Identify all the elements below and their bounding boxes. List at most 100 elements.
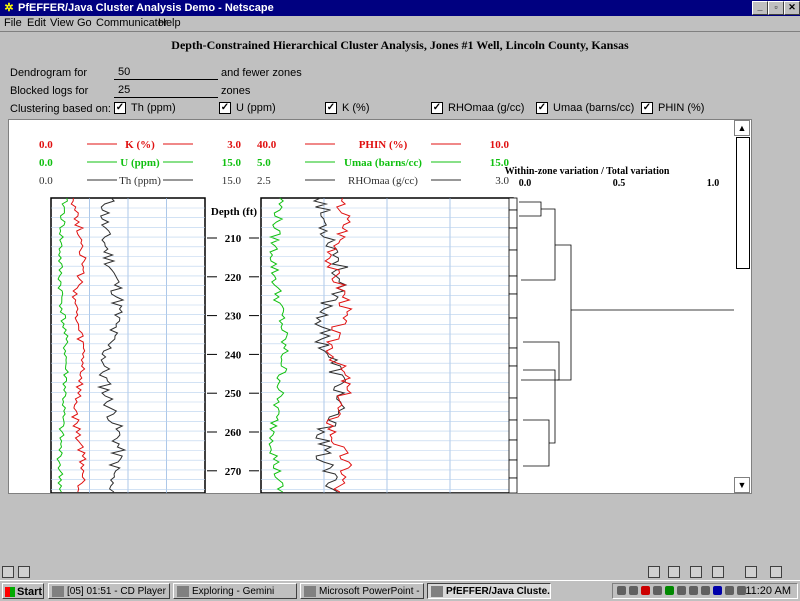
- tray-icon[interactable]: [725, 586, 734, 595]
- menu-bar: File Edit View Go Communicator Help: [0, 16, 800, 30]
- blocked-logs-label: Blocked logs for: [10, 85, 89, 97]
- vertical-scrollbar[interactable]: ▲ ▼: [734, 120, 750, 493]
- page-title: Depth-Constrained Hierarchical Cluster A…: [171, 38, 629, 52]
- task-powerpoint[interactable]: Microsoft PowerPoint - [02...: [300, 583, 424, 599]
- checkbox-phin[interactable]: ✓ PHIN (%): [641, 102, 704, 114]
- menu-file[interactable]: File: [4, 16, 22, 30]
- tray-tool-icon[interactable]: [712, 566, 724, 578]
- scale-min: 0.0: [39, 175, 53, 187]
- app-icon: ✲: [4, 2, 14, 14]
- dendrogram-zones-input[interactable]: 50: [114, 64, 218, 80]
- menu-go[interactable]: Go: [77, 16, 92, 30]
- curve-name: Th (ppm): [119, 175, 161, 187]
- zone-block: [508, 293, 518, 319]
- scroll-up-icon[interactable]: ▲: [734, 120, 750, 136]
- zone-block: [508, 477, 518, 493]
- blocked-zones-input[interactable]: 25: [114, 82, 218, 98]
- menu-help[interactable]: Help: [158, 16, 181, 30]
- check-icon: ✓: [114, 102, 126, 114]
- start-button[interactable]: Start: [2, 583, 44, 599]
- depth-label: 270: [225, 466, 242, 478]
- windows-logo-icon: [5, 587, 15, 597]
- check-icon: ✓: [431, 102, 443, 114]
- zone-block: [508, 365, 518, 399]
- dendrogram-branch: [523, 369, 556, 444]
- taskbar: Start [05] 01:51 - CD Player Exploring -…: [0, 580, 800, 601]
- tray-icon[interactable]: [641, 586, 650, 595]
- tray-tool-icon[interactable]: [745, 566, 757, 578]
- task-exploring[interactable]: Exploring - Gemini: [173, 583, 297, 599]
- system-tray: 11:20 AM: [612, 583, 798, 599]
- clustering-label: Clustering based on:: [10, 103, 111, 115]
- zone-block: [508, 419, 518, 441]
- curve-name: K (%): [125, 139, 155, 151]
- dendrogram-tick-label: 0.0: [519, 178, 532, 189]
- tray-icon[interactable]: [713, 586, 722, 595]
- quicklaunch-icon[interactable]: [2, 566, 14, 578]
- tray-icon[interactable]: [629, 586, 638, 595]
- task-pfeffer[interactable]: PfEFFER/Java Cluste...: [427, 583, 551, 599]
- depth-title: Depth (ft): [211, 206, 257, 218]
- scale-max: 15.0: [222, 175, 242, 187]
- log-plot: 0.0 K (%) 3.0 0.0 U (ppm) 15.0 0.0 Th (ppm) 15.0…: [39, 139, 740, 493]
- quicklaunch-icon[interactable]: [18, 566, 30, 578]
- depth-label: 210: [225, 233, 242, 245]
- tray-icon[interactable]: [677, 586, 686, 595]
- desktop-strip: [0, 564, 800, 580]
- window-title: PfEFFER/Java Cluster Analysis Demo - Net…: [18, 2, 274, 14]
- dendrogram-branch: [521, 208, 556, 281]
- blocked-logs-suffix: zones: [221, 85, 251, 97]
- scroll-thumb[interactable]: [736, 137, 750, 269]
- task-cd-player[interactable]: [05] 01:51 - CD Player: [48, 583, 170, 599]
- dendrogram-tick-label: 1.0: [707, 178, 720, 189]
- zone-block: [508, 227, 518, 251]
- curve-name: RHOmaa (g/cc): [348, 175, 418, 187]
- checkbox-u[interactable]: ✓ U (ppm): [219, 102, 276, 114]
- scale-max: 3.0: [227, 139, 241, 151]
- check-icon: ✓: [641, 102, 653, 114]
- zone-block: [508, 347, 518, 367]
- menu-communicator[interactable]: Communicator: [96, 16, 168, 30]
- tray-tool-icon[interactable]: [690, 566, 702, 578]
- maximize-button[interactable]: ▫: [768, 1, 784, 15]
- check-icon: ✓: [325, 102, 337, 114]
- scroll-down-icon[interactable]: ▼: [734, 477, 750, 493]
- dendrogram-branch: [519, 201, 542, 217]
- zone-block: [508, 459, 518, 479]
- menu-view[interactable]: View: [50, 16, 74, 30]
- clock: 11:20 AM: [745, 585, 791, 597]
- tray-icon[interactable]: [617, 586, 626, 595]
- checkbox-rhomaa[interactable]: ✓ RHOmaa (g/cc): [431, 102, 524, 114]
- dendrogram-branch: [571, 309, 740, 493]
- zone-block: [508, 397, 518, 421]
- dendrogram-branch: [523, 419, 550, 467]
- dendrogram-tick-label: 0.5: [613, 178, 626, 189]
- checkbox-umaa[interactable]: ✓ Umaa (barns/cc): [536, 102, 634, 114]
- tray-tool-icon[interactable]: [648, 566, 660, 578]
- dendrogram-suffix: and fewer zones: [221, 67, 302, 79]
- dendrogram-label: Dendrogram for: [10, 67, 88, 79]
- check-icon: ✓: [536, 102, 548, 114]
- tray-icon[interactable]: [665, 586, 674, 595]
- close-button[interactable]: ✕: [784, 1, 800, 15]
- scale-min: 2.5: [257, 175, 271, 187]
- tray-icon[interactable]: [653, 586, 662, 595]
- check-icon: ✓: [219, 102, 231, 114]
- tray-tool-icon[interactable]: [668, 566, 680, 578]
- checkbox-k[interactable]: ✓ K (%): [325, 102, 370, 114]
- title-bar: ✲ PfEFFER/Java Cluster Analysis Demo - N…: [0, 0, 800, 16]
- minimize-button[interactable]: _: [752, 1, 768, 15]
- tray-tool-icon[interactable]: [770, 566, 782, 578]
- dendrogram-title: Within-zone variation / Total variation: [505, 166, 670, 177]
- zone-block: [508, 209, 518, 229]
- powerpoint-icon: [304, 586, 316, 597]
- checkbox-th[interactable]: ✓ Th (ppm): [114, 102, 176, 114]
- scale-max: 10.0: [490, 139, 510, 151]
- cd-icon: [52, 586, 64, 597]
- scale-min: 0.0: [39, 139, 53, 151]
- netscape-icon: [431, 586, 443, 597]
- tray-icon[interactable]: [701, 586, 710, 595]
- tray-icon[interactable]: [689, 586, 698, 595]
- depth-label: 250: [225, 388, 242, 400]
- menu-edit[interactable]: Edit: [27, 16, 46, 30]
